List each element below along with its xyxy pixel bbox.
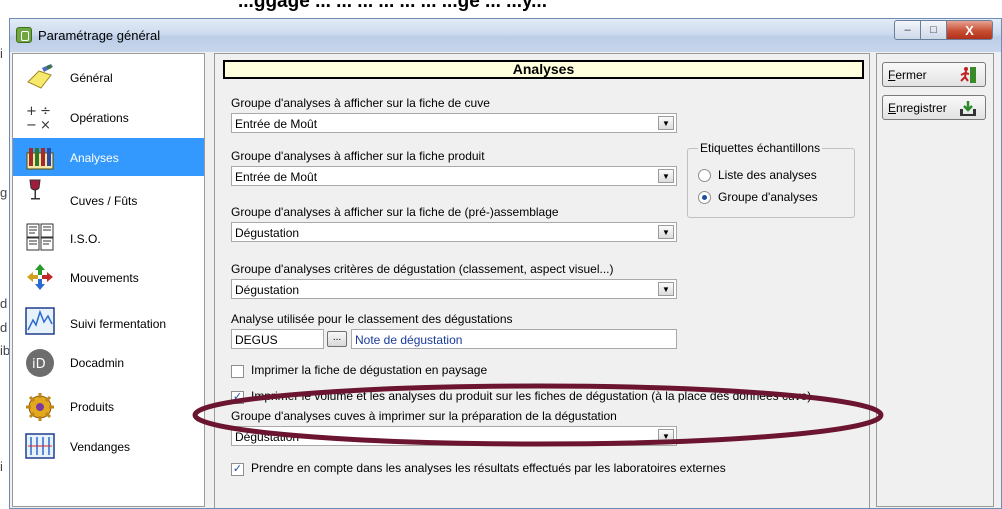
radio-label: Liste des analyses — [718, 168, 817, 182]
radio-label: Groupe d'analyses — [718, 190, 818, 204]
arrows-movement-icon — [27, 264, 53, 290]
sidebar-item-vendanges[interactable]: Vendanges — [13, 418, 204, 459]
sidebar-item-iso[interactable]: I.S.O. — [13, 218, 204, 256]
svg-text:+: + — [26, 104, 37, 119]
docadmin-logo-icon: iD — [26, 349, 54, 377]
close-window-button[interactable]: X — [947, 20, 993, 40]
fermer-button[interactable]: Fermer — [882, 62, 986, 87]
cuve-group-select[interactable]: Entrée de Moût ▼ — [231, 113, 677, 133]
sidebar-item-suivi-fermentation[interactable]: Suivi fermentation — [13, 298, 204, 336]
sidebar-item-docadmin[interactable]: iD Docadmin — [13, 338, 204, 377]
enregistrer-label: nregistrer — [896, 101, 947, 115]
sidebar-item-label: Docadmin — [70, 356, 125, 370]
criteres-group-value: Dégustation — [235, 283, 300, 297]
sidebar-item-mouvements[interactable]: Mouvements — [13, 258, 204, 296]
wine-glass-icon — [29, 179, 41, 200]
checkbox-paysage-label: Imprimer la fiche de dégustation en pays… — [251, 363, 488, 377]
svg-text:iD: iD — [32, 357, 46, 372]
lab-flasks-icon — [26, 148, 54, 170]
sidebar-item-general[interactable]: Général — [13, 58, 204, 96]
sidebar-item-label: Produits — [70, 400, 115, 414]
preparation-group-select[interactable]: Dégustation ▼ — [231, 426, 677, 446]
classement-code-input[interactable]: DEGUS — [231, 329, 324, 349]
browse-button[interactable]: ... — [327, 331, 347, 347]
sidebar-item-label: I.S.O. — [70, 232, 101, 246]
app-icon — [16, 27, 32, 43]
cuve-group-label: Groupe d'analyses à afficher sur la fich… — [231, 96, 490, 110]
window-title: Paramétrage général — [38, 28, 161, 43]
etiquettes-title: Etiquettes échantillons — [698, 141, 823, 155]
fermentation-chart-icon — [25, 307, 55, 335]
enregistrer-accel: E — [888, 101, 897, 115]
sidebar-item-analyses[interactable]: Analyses — [13, 138, 204, 176]
checkbox-laboratoires-externes[interactable]: ✓ — [231, 463, 244, 476]
radio-liste-analyses[interactable] — [698, 169, 711, 182]
chevron-down-icon[interactable]: ▼ — [658, 282, 674, 296]
background-text-fragment: g — [0, 185, 8, 200]
produit-group-label: Groupe d'analyses à afficher sur la fich… — [231, 149, 485, 163]
sidebar-item-label: Cuves / Fûts — [70, 194, 138, 208]
save-tray-icon — [960, 101, 976, 116]
analyses-panel: Analyses Groupe d'analyses à afficher su… — [214, 53, 870, 508]
title-bar[interactable]: Paramétrage général – □ X — [10, 19, 1001, 52]
enregistrer-button[interactable]: Enregistrer — [882, 95, 986, 120]
chevron-down-icon[interactable]: ▼ — [658, 429, 674, 443]
math-operators-icon: + ÷ − × — [26, 104, 51, 132]
chevron-down-icon[interactable]: ▼ — [658, 116, 674, 130]
checkbox-volume-analyses[interactable]: ✓ — [231, 391, 244, 404]
produit-group-select[interactable]: Entrée de Moût ▼ — [231, 166, 677, 186]
sidebar-item-operations[interactable]: + ÷ − × Opérations — [13, 98, 204, 136]
checkbox-externes-label: Prendre en compte dans les analyses les … — [251, 461, 726, 475]
section-title: Analyses — [223, 60, 864, 79]
document-heading-text: ...ggagé ... ... ... ... ... ... ...gé .… — [238, 0, 547, 12]
minimize-button[interactable]: – — [894, 20, 921, 40]
radio-groupe-analyses[interactable] — [698, 191, 711, 204]
actions-panel: Fermer Enregistrer — [876, 53, 994, 507]
sidebar-item-cuves-futs[interactable]: Cuves / Fûts — [13, 178, 204, 216]
settings-sidebar: Général + ÷ − × Opérations Analyses Cuve… — [12, 53, 205, 507]
etiquettes-groupbox: Etiquettes échantillons Liste des analys… — [687, 141, 855, 218]
fermer-label: ermer — [895, 68, 927, 82]
preparation-group-value: Dégustation — [235, 430, 300, 444]
classement-label: Analyse utilisée pour le classement des … — [231, 312, 513, 326]
iso-document-icon — [26, 223, 54, 251]
checkbox-volume-label: Imprimer le volume et les analyses du pr… — [251, 389, 812, 403]
sidebar-item-label: Mouvements — [70, 271, 139, 285]
criteres-group-select[interactable]: Dégustation ▼ — [231, 279, 677, 299]
background-text-fragment: i — [0, 46, 3, 61]
sidebar-item-label: Suivi fermentation — [70, 317, 167, 331]
svg-text:×: × — [40, 118, 51, 132]
background-text-fragment: d — [0, 320, 8, 335]
sidebar-item-produits[interactable]: Produits — [13, 378, 204, 421]
chevron-down-icon[interactable]: ▼ — [658, 169, 674, 183]
background-text-fragment: d — [0, 296, 8, 311]
preparation-group-label: Groupe d'analyses cuves à imprimer sur l… — [231, 409, 617, 423]
cuve-group-value: Entrée de Moût — [235, 117, 318, 131]
sidebar-item-label: Analyses — [70, 151, 119, 165]
svg-text:÷: ÷ — [40, 104, 51, 119]
svg-text:−: − — [26, 118, 37, 132]
vendanges-chart-icon — [25, 433, 55, 459]
chevron-down-icon[interactable]: ▼ — [658, 225, 674, 239]
classement-description-input[interactable]: Note de dégustation — [351, 329, 677, 349]
produit-group-value: Entrée de Moût — [235, 170, 318, 184]
document-heading: ...ggagé ... ... ... ... ... ... ...gé .… — [0, 0, 1002, 20]
criteres-group-label: Groupe d'analyses critères de dégustatio… — [231, 262, 614, 276]
background-text-fragment: i — [0, 459, 3, 474]
assemblage-group-value: Dégustation — [235, 226, 300, 240]
checkbox-paysage[interactable] — [231, 365, 244, 378]
note-pencil-icon — [27, 64, 53, 89]
sidebar-item-label: Opérations — [70, 111, 129, 125]
exit-runner-icon — [960, 67, 976, 83]
settings-window: Paramétrage général – □ X Général + ÷ − … — [9, 18, 1002, 509]
sidebar-item-label: Général — [70, 71, 113, 85]
assemblage-group-label: Groupe d'analyses à afficher sur la fich… — [231, 205, 559, 219]
assemblage-group-select[interactable]: Dégustation ▼ — [231, 222, 677, 242]
sidebar-item-label: Vendanges — [70, 440, 131, 454]
window-controls: – □ X — [894, 20, 993, 40]
maximize-button[interactable]: □ — [921, 20, 947, 40]
